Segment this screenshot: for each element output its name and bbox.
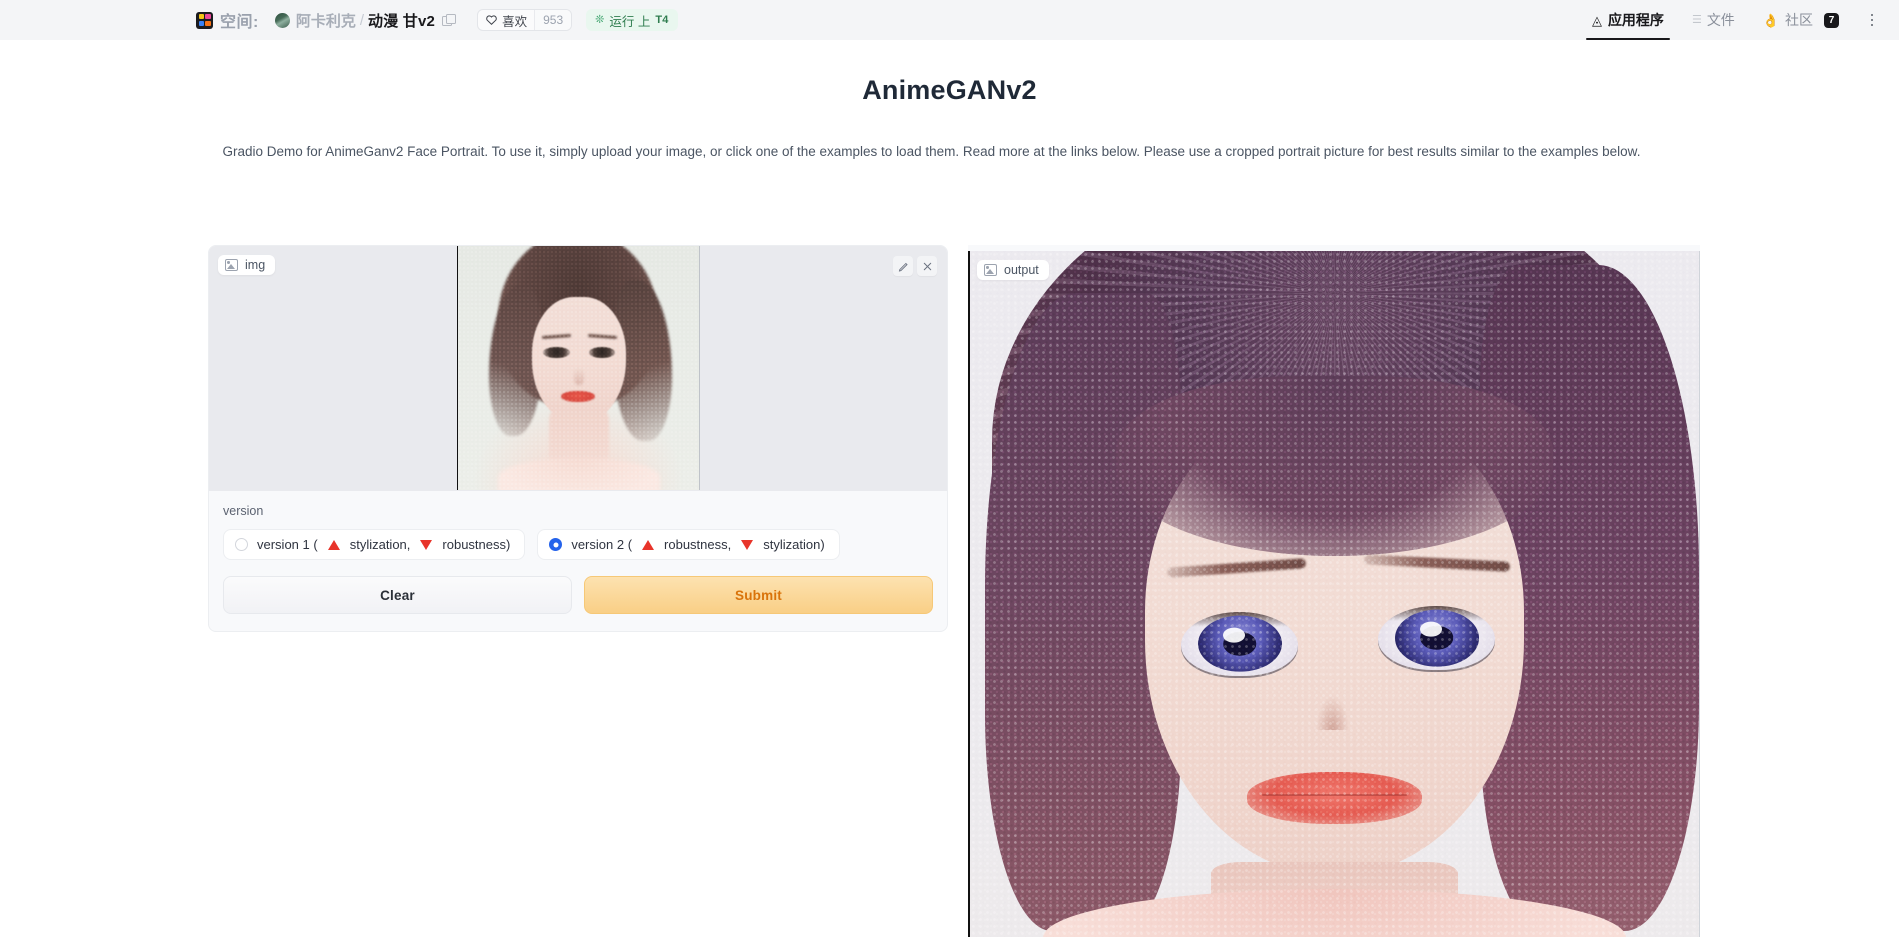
header-nav: ◬ 应用程序 ☰ 文件 👌 社区 7 [1578, 0, 1885, 40]
radio-version-1-up-label: stylization, [349, 537, 411, 552]
radio-version-2-down-label: stylization) [763, 537, 825, 552]
runtime-status-badge: ❊ 运行 上 T4 [586, 9, 678, 31]
runtime-label: 运行 上 [609, 14, 651, 29]
input-portrait-image [456, 246, 700, 490]
raised-hand-icon: 👌 [1762, 12, 1779, 28]
input-column: img version version 1 (stylization, rob… [208, 245, 948, 632]
repo-name-link[interactable]: 动漫 甘v2 [368, 10, 435, 31]
cube-icon: ◬ [1591, 12, 1602, 28]
copy-icon[interactable] [442, 13, 456, 27]
input-panel-tag-label: img [245, 258, 266, 272]
owner-name-link[interactable]: 阿卡利克 [296, 10, 356, 31]
breadcrumb-separator: / [359, 11, 365, 29]
radio-version-2-prefix: version 2 ( [571, 537, 633, 552]
runtime-hardware: T4 [655, 14, 669, 26]
nav-tab-app-label: 应用程序 [1607, 12, 1664, 28]
spaces-label[interactable]: 空间: [220, 8, 259, 32]
nav-tab-community-label: 社区 [1785, 12, 1813, 28]
page-title: AnimeGANv2 [862, 75, 1037, 105]
nav-tab-community[interactable]: 👌 社区 7 [1749, 0, 1853, 40]
heart-icon [486, 15, 497, 25]
community-count-badge: 7 [1824, 12, 1839, 28]
version-group-label: version [223, 504, 264, 518]
pencil-icon[interactable] [893, 256, 913, 276]
radio-version-1-prefix: version 1 ( [257, 537, 318, 552]
close-icon[interactable] [917, 256, 937, 276]
radio-version-1-down-label: robustness) [442, 537, 511, 552]
output-image-panel[interactable]: output [968, 251, 1700, 937]
radio-indicator-version-1[interactable] [235, 538, 248, 551]
output-anime-image [968, 251, 1700, 937]
like-button[interactable]: 喜欢 [478, 10, 534, 30]
running-icon: ❊ [595, 13, 605, 26]
input-panel-tag: img [218, 255, 276, 275]
triangle-up-icon [642, 539, 655, 550]
version-options-row: version 1 ( stylization, robustness) ver… [223, 529, 933, 560]
output-column: output [968, 245, 1700, 937]
image-icon [984, 264, 997, 276]
triangle-down-icon [741, 539, 754, 550]
image-icon [225, 259, 238, 271]
radio-version-2[interactable]: version 2 ( robustness, stylization) [537, 529, 840, 560]
input-image-panel[interactable]: img [209, 246, 947, 491]
radio-indicator-version-2[interactable] [549, 538, 563, 551]
triangle-down-icon [420, 539, 433, 550]
radio-version-2-up-label: robustness, [664, 537, 732, 552]
kebab-menu-icon[interactable] [1859, 7, 1885, 33]
output-panel-tag-label: output [1004, 263, 1039, 277]
radio-version-1[interactable]: version 1 ( stylization, robustness) [223, 529, 526, 560]
version-radio-group: version version 1 ( stylization, robustn… [209, 491, 947, 572]
spaces-grid-icon[interactable] [196, 11, 213, 29]
site-header: 空间: 阿卡利克 / 动漫 甘v2 喜欢 953 ❊ 运行 上 T4 ◬ 应用程… [0, 0, 1899, 40]
clear-button[interactable]: Clear [223, 576, 572, 614]
file-lines-icon: ☰ [1691, 13, 1702, 26]
like-button-group[interactable]: 喜欢 953 [477, 9, 573, 31]
output-panel-tag: output [977, 260, 1049, 280]
submit-button[interactable]: Submit [584, 576, 933, 614]
nav-tab-files-label: 文件 [1706, 12, 1735, 28]
like-label: 喜欢 [502, 14, 528, 29]
input-image-tools [893, 256, 937, 276]
like-count: 953 [534, 10, 572, 30]
header-breadcrumb-group: 空间: 阿卡利克 / 动漫 甘v2 喜欢 953 ❊ 运行 上 T4 [196, 8, 678, 32]
action-button-row: Clear Submit [209, 572, 947, 631]
app-page: AnimeGANv2 Gradio Demo for AnimeGanv2 Fa… [0, 40, 1899, 937]
nav-tab-app[interactable]: ◬ 应用程序 [1578, 0, 1678, 40]
triangle-up-icon [327, 539, 340, 550]
page-description: Gradio Demo for AnimeGanv2 Face Portrait… [222, 144, 1641, 159]
nav-tab-files[interactable]: ☰ 文件 [1678, 0, 1749, 40]
owner-avatar [274, 12, 290, 28]
